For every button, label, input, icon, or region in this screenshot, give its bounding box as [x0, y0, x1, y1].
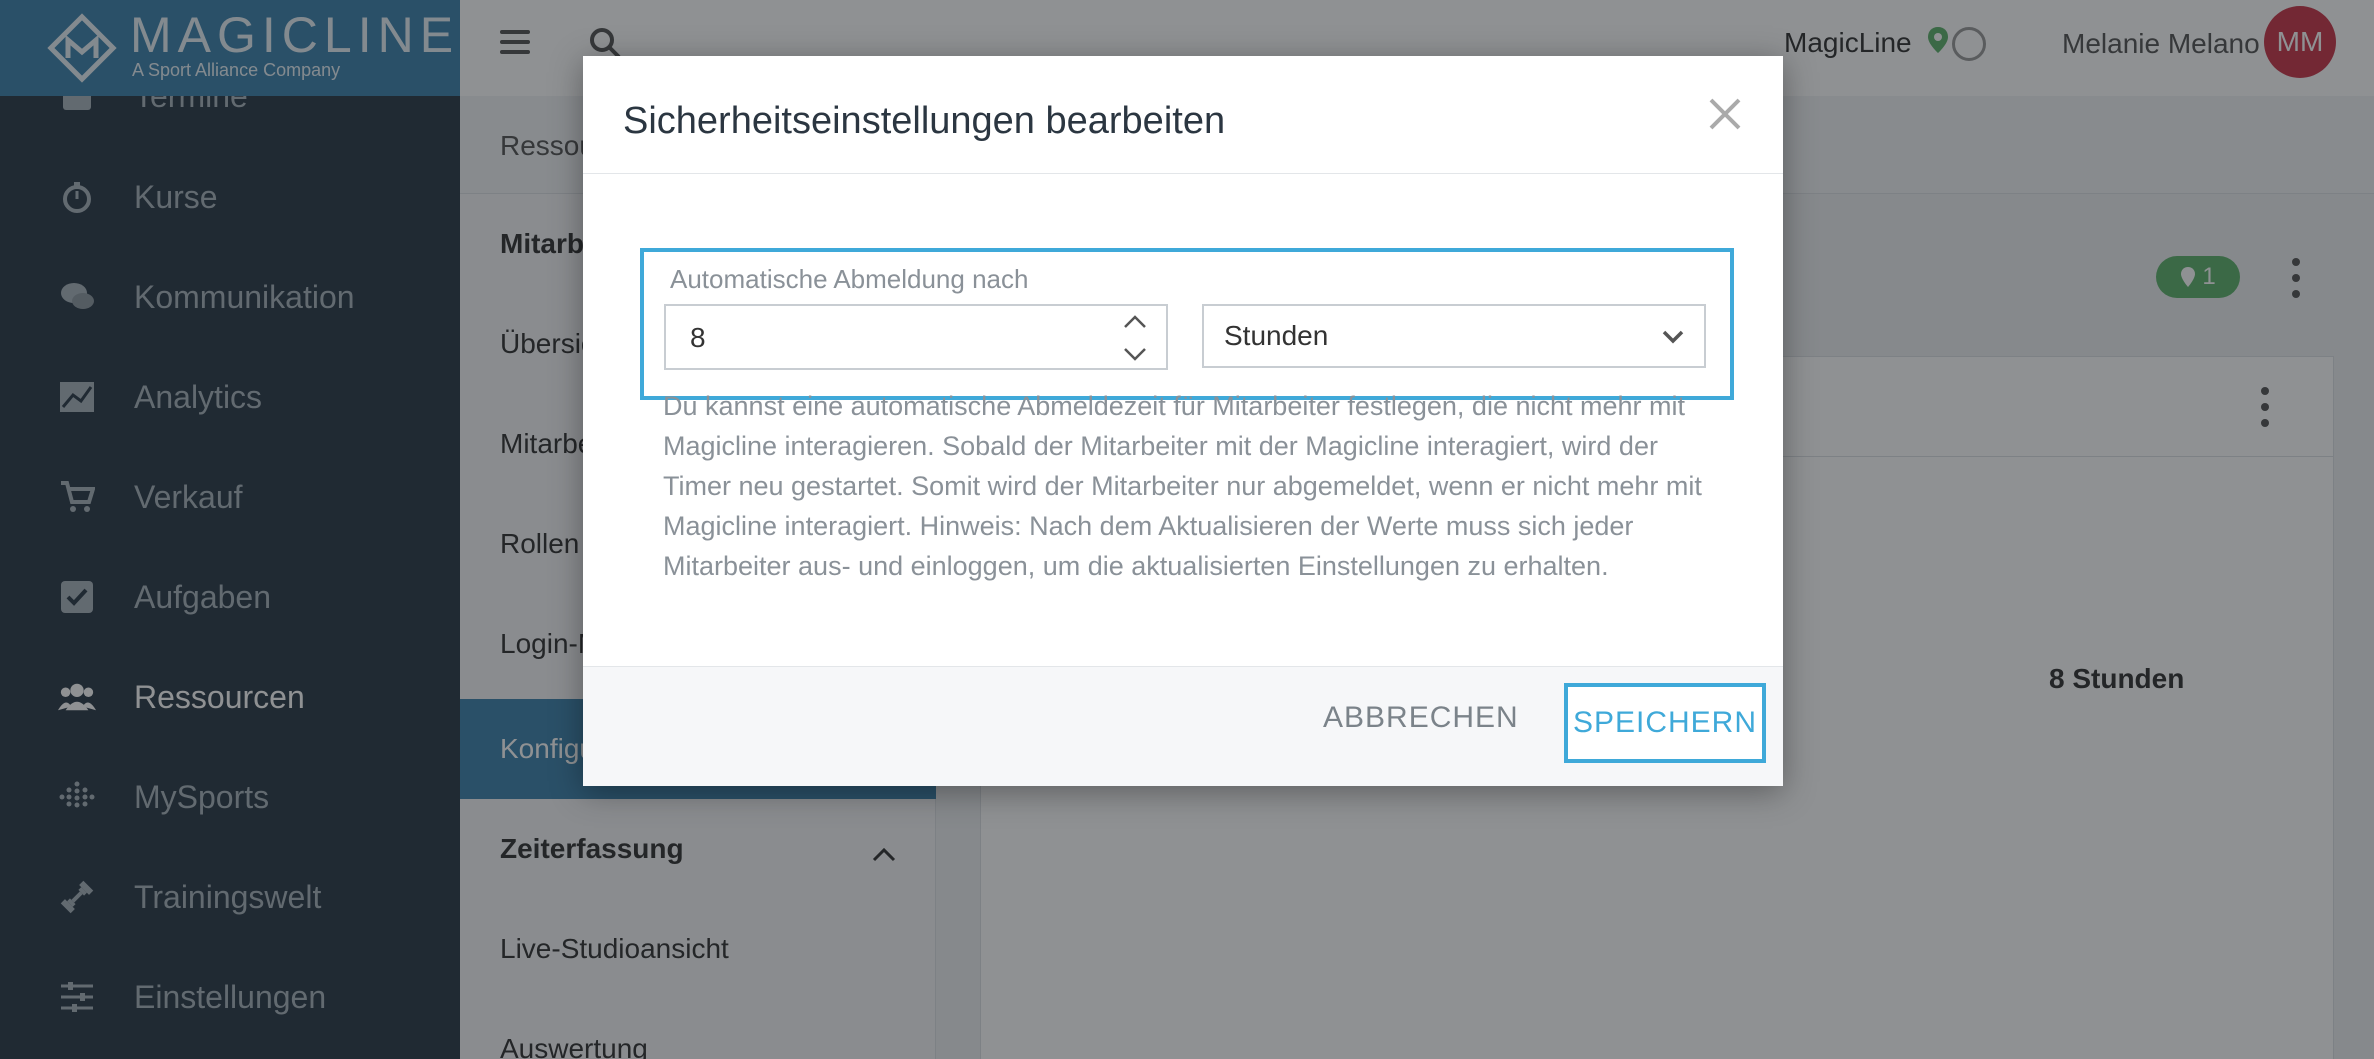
save-button[interactable]: SPEICHERN [1564, 683, 1766, 763]
dialog-footer: ABBRECHEN SPEICHERN [583, 666, 1783, 786]
field-label: Automatische Abmeldung nach [670, 264, 1029, 294]
cancel-button[interactable]: ABBRECHEN [1323, 701, 1519, 735]
number-stepper[interactable] [1120, 310, 1150, 366]
dialog-header: Sicherheitseinstellungen bearbeiten [583, 56, 1783, 174]
security-settings-dialog: Sicherheitseinstellungen bearbeiten Auto… [583, 56, 1783, 786]
logout-duration-input[interactable]: 8 [664, 304, 1168, 370]
auto-logout-field-group: Automatische Abmeldung nach 8 Stunden [640, 248, 1734, 400]
help-text: Du kannst eine automatische Abmeldezeit … [663, 391, 1702, 581]
chevron-down-icon [1660, 324, 1686, 353]
logout-duration-value: 8 [690, 322, 706, 353]
close-icon[interactable] [1703, 92, 1747, 136]
logout-unit-value: Stunden [1224, 320, 1329, 351]
dialog-title: Sicherheitseinstellungen bearbeiten [623, 100, 1226, 142]
logout-unit-select[interactable]: Stunden [1202, 304, 1706, 368]
